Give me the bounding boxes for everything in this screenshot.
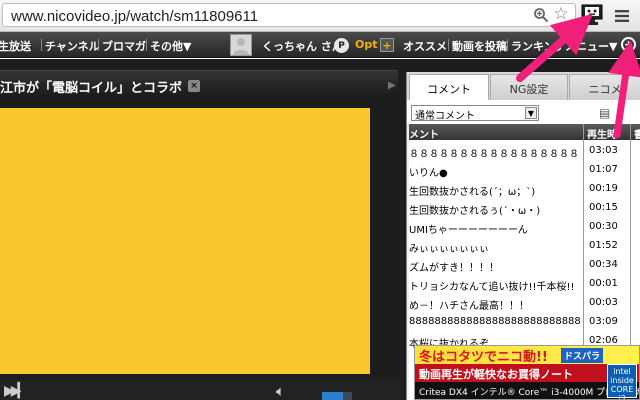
comment-time: 00:01 (589, 278, 618, 289)
comment-text: 生回数抜かされる(´；ω；`) (409, 187, 536, 198)
comment-row[interactable]: ８８８８８８８８８８８８８８８８８８８８ 03:03 (409, 142, 640, 161)
comment-text: トリョシカなんて追い抜け!!千本桜!! (409, 282, 575, 293)
volume-icon[interactable]: 🔈︎ (276, 382, 285, 400)
nav-item-blomaga[interactable]: ブロマガ (102, 38, 146, 54)
avatar[interactable] (230, 34, 252, 56)
nav-item-osusume[interactable]: オススメ (403, 38, 447, 54)
comment-row[interactable]: 生回数抜かされるぅ(´・ω・) 00:15 (409, 199, 640, 218)
tab-ng-settings[interactable]: NG設定 (490, 74, 568, 100)
premium-icon: P (334, 38, 349, 53)
comment-time: 03:09 (589, 316, 618, 327)
comment-time: 00:15 (589, 202, 618, 213)
url-text: www.nicovideo.jp/watch/sm11809611 (11, 8, 259, 25)
nav-separator (41, 39, 42, 51)
nav-item-others[interactable]: その他▼ (150, 38, 191, 54)
intel-logo: intel inside CORE i3 (607, 364, 637, 399)
opt-plus-button[interactable]: + (380, 38, 394, 52)
tab-nicome[interactable]: ニコメ (569, 74, 640, 100)
comment-time: 00:19 (589, 183, 618, 194)
tab-comment[interactable]: コメント (409, 74, 489, 100)
comment-row[interactable]: ズムがすき！！！！ 00:34 (409, 256, 640, 275)
comment-text: め－！ハチさん最高！！！ (409, 301, 529, 312)
nav-separator (146, 39, 147, 51)
ad-title: 冬はコタツでニコ動!! (419, 350, 548, 365)
extension-icon[interactable] (580, 3, 604, 27)
column-header-time[interactable]: 再生時 (587, 126, 627, 141)
chevron-down-icon[interactable]: ▼ (525, 107, 537, 119)
comment-type-value: 通常コメント (415, 111, 475, 122)
comment-time: 03:03 (589, 145, 618, 156)
comment-table-header: メント 再生時 書 (409, 124, 640, 141)
nav-separator (98, 39, 99, 51)
comment-time: 00:30 (589, 221, 618, 232)
video-player[interactable] (0, 108, 370, 374)
comment-time: 01:52 (589, 240, 618, 251)
address-bar[interactable]: www.nicovideo.jp/watch/sm11809611 (2, 3, 576, 27)
comment-tabs: コメント NG設定 ニコメ (407, 72, 640, 100)
ad-banner[interactable]: 冬はコタツでニコ動!! ドスパラ 動画再生が軽快なお買得ノート Critea D… (414, 345, 640, 400)
comment-row[interactable]: め－！ハチさん最高！！！ 00:03 (409, 294, 640, 313)
zoom-icon[interactable] (532, 6, 550, 24)
comment-text: みぃぃぃぃぃぃぃ (409, 244, 489, 255)
nav-separator (448, 39, 449, 51)
nav-item-channel[interactable]: チャンネル (45, 38, 100, 54)
ad-brand-logo: ドスパラ (561, 348, 604, 363)
volume-slider[interactable] (322, 392, 352, 400)
video-title: 江市が「電脳コイル」とコラボ (0, 81, 183, 96)
column-header-date[interactable]: 書 (634, 126, 640, 141)
list-view-icon[interactable]: ▤ (599, 106, 610, 120)
nav-item-menu[interactable]: メニュー▼ (565, 38, 617, 54)
close-icon[interactable]: × (188, 80, 200, 92)
comment-text: UMIちゃーーーーーーーん (409, 225, 528, 236)
comment-row[interactable]: UMIちゃーーーーーーーん 00:30 (409, 218, 640, 237)
browser-menu-icon[interactable] (612, 6, 632, 26)
nav-item-ranking[interactable]: ランキング (511, 38, 561, 54)
nav-separator (507, 39, 508, 51)
comment-text: ズムがすき！！！！ (409, 263, 499, 274)
comment-time: 01:07 (589, 164, 618, 175)
bookmark-star-icon[interactable]: ☆ (551, 4, 571, 24)
browser-toolbar: www.nicovideo.jp/watch/sm11809611 ☆ (0, 0, 640, 32)
comment-time: 00:34 (589, 259, 618, 270)
video-title-bar: 江市が「電脳コイル」とコラボ × (0, 70, 398, 98)
skip-forward-icon[interactable]: ▶▶▎ (4, 383, 28, 399)
user-name[interactable]: くっちゃん さん (262, 38, 343, 54)
comment-row[interactable]: トリョシカなんて追い抜け!!千本桜!! 00:01 (409, 275, 640, 294)
comment-text: 8888888888888888888888888888 (409, 316, 581, 327)
ad-subtitle: 動画再生が軽快なお買得ノート (419, 368, 573, 381)
comment-type-select[interactable]: 通常コメント ▼ (411, 105, 539, 122)
comment-text: ８８８８８８８８８８８８８８８８８８８８ (409, 149, 581, 160)
comment-time: 00:03 (589, 297, 618, 308)
panel-toggle-icon[interactable]: ▶ (388, 80, 396, 91)
nav-plus-button[interactable]: + (621, 37, 636, 52)
comment-text: いりん● (409, 168, 448, 179)
volume-fill (322, 392, 343, 400)
comment-row[interactable]: いりん● 01:07 (409, 161, 640, 180)
column-header-comment[interactable]: メント (409, 126, 579, 141)
nav-item-namahoso[interactable]: 生放送 (0, 38, 31, 54)
comment-row[interactable]: 8888888888888888888888888888 03:09 (409, 313, 640, 332)
comment-row[interactable]: 生回数抜かされる(´；ω；`) 00:19 (409, 180, 640, 199)
comment-text: 生回数抜かされるぅ(´・ω・) (409, 206, 541, 217)
nav-item-upload[interactable]: 動画を投稿 (452, 38, 507, 54)
opt-label[interactable]: Opt (355, 38, 377, 51)
comment-row[interactable]: みぃぃぃぃぃぃぃ 01:52 (409, 237, 640, 256)
